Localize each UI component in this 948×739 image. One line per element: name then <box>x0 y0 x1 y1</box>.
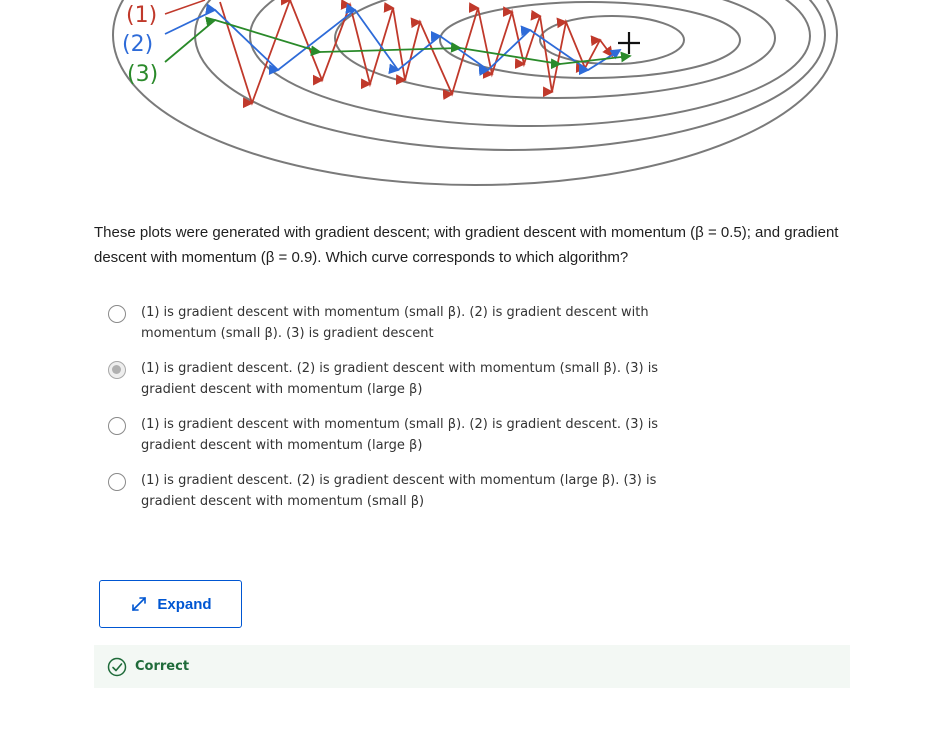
correct-label: Correct <box>135 659 190 674</box>
answer-option-3[interactable]: (1) is gradient descent with momentum (s… <box>106 414 726 470</box>
answer-option-2[interactable]: (1) is gradient descent. (2) is gradient… <box>106 358 726 414</box>
answer-option-4[interactable]: (1) is gradient descent. (2) is gradient… <box>106 470 726 526</box>
gradient-descent-figure: (1) (2) (3) <box>112 0 838 186</box>
plus-icon <box>618 32 640 54</box>
curve-label-1: (1) <box>126 3 157 28</box>
curve-label-2: (2) <box>122 32 153 57</box>
label-connector <box>164 0 206 15</box>
contour-ring <box>249 0 811 127</box>
feedback-banner: Correct <box>94 645 850 688</box>
radio-button-3[interactable] <box>108 417 126 435</box>
question-text: These plots were generated with gradient… <box>94 224 839 266</box>
expand-button[interactable]: Expand <box>99 580 242 628</box>
radio-button-1[interactable] <box>108 305 126 323</box>
path-1-gradient-descent <box>219 0 614 109</box>
answer-option-label: (1) is gradient descent with momentum (s… <box>141 417 659 453</box>
answer-option-label: (1) is gradient descent. (2) is gradient… <box>141 361 659 397</box>
contour-lines <box>112 0 838 186</box>
radio-button-2[interactable] <box>108 361 126 379</box>
answer-option-label: (1) is gradient descent. (2) is gradient… <box>141 473 657 509</box>
check-circle-icon <box>107 657 127 676</box>
contour-ring <box>112 0 838 186</box>
answer-option-1[interactable]: (1) is gradient descent with momentum (s… <box>106 302 726 358</box>
answer-option-label: (1) is gradient descent with momentum (s… <box>141 305 649 341</box>
path-2-momentum-small-beta <box>164 3 622 77</box>
radio-button-4[interactable] <box>108 473 126 491</box>
expand-arrows-icon <box>132 597 147 611</box>
expand-label: Expand <box>157 595 212 613</box>
answer-options: (1) is gradient descent with momentum (s… <box>106 302 726 526</box>
curve-label-3: (3) <box>127 62 158 87</box>
